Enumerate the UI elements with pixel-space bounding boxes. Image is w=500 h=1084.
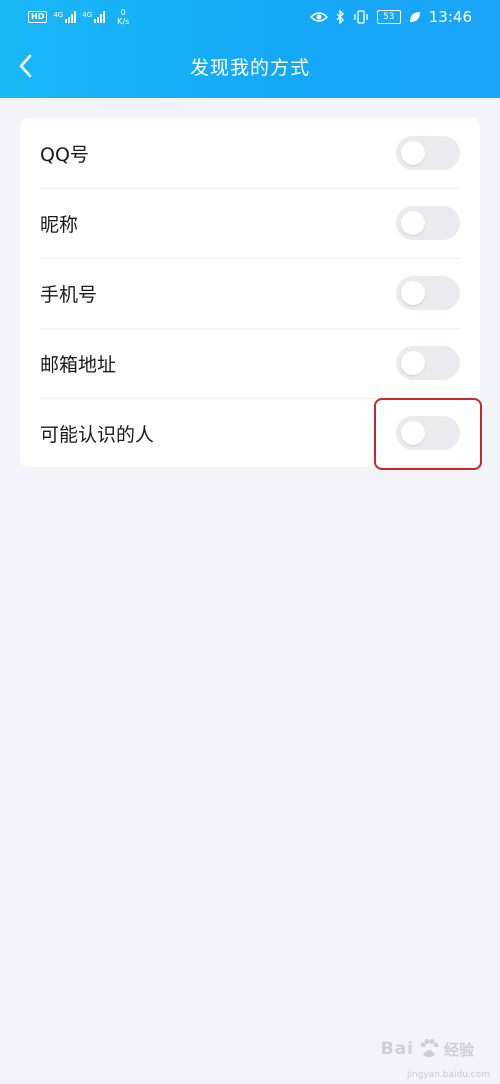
- vibrate-icon: [354, 10, 368, 24]
- toggle-knob: [401, 211, 425, 235]
- toggle-knob: [401, 141, 425, 165]
- watermark: Bai 经验: [381, 1038, 474, 1060]
- leaf-icon: [409, 12, 420, 22]
- settings-row-phone-number: 手机号: [20, 258, 480, 328]
- settings-row-label: 昵称: [40, 213, 79, 236]
- hd-badge: HD: [28, 11, 48, 23]
- page-title: 发现我的方式: [189, 57, 310, 79]
- title-bar: 发现我的方式: [0, 34, 500, 98]
- settings-row-label: 可能认识的人: [40, 423, 155, 446]
- network-type-sim1: 4G: [53, 11, 64, 19]
- settings-row-label: 邮箱地址: [40, 353, 117, 376]
- status-bar: HD 4G 4G 0 K/s 53 13:46: [0, 0, 500, 34]
- settings-row-email: 邮箱地址: [20, 328, 480, 398]
- status-left: HD 4G 4G 0 K/s: [28, 8, 129, 26]
- phone-number-toggle[interactable]: [396, 276, 460, 310]
- eye-icon: [309, 12, 328, 22]
- watermark-brand: Bai: [380, 1039, 414, 1059]
- settings-row-nickname: 昵称: [20, 188, 480, 258]
- signal-icon-sim2: 4G: [82, 11, 106, 23]
- signal-icon-sim1: 4G: [53, 11, 77, 23]
- settings-row-label: 手机号: [40, 283, 98, 306]
- status-right: 53 13:46: [309, 8, 472, 26]
- watermark-brand-suffix: 经验: [443, 1040, 474, 1059]
- header: HD 4G 4G 0 K/s 53 13:46 发现我的方式: [0, 0, 500, 98]
- bluetooth-icon: [336, 10, 344, 24]
- settings-row-label: QQ号: [40, 143, 89, 166]
- network-speed-unit: K/s: [117, 17, 130, 26]
- highlight-annotation: [374, 398, 482, 470]
- nickname-toggle[interactable]: [396, 206, 460, 240]
- toggle-knob: [401, 281, 425, 305]
- network-type-sim2: 4G: [82, 11, 93, 19]
- battery-indicator: 53: [376, 10, 401, 24]
- watermark-url: jingyan.baidu.com: [406, 1070, 490, 1080]
- network-speed-value: 0: [120, 8, 126, 17]
- qq-number-toggle[interactable]: [396, 136, 460, 170]
- clock: 13:46: [428, 8, 472, 26]
- network-speed: 0 K/s: [117, 8, 129, 26]
- email-toggle[interactable]: [396, 346, 460, 380]
- settings-row-qq-number: QQ号: [20, 118, 480, 188]
- toggle-knob: [401, 351, 425, 375]
- paw-icon: [420, 1039, 439, 1057]
